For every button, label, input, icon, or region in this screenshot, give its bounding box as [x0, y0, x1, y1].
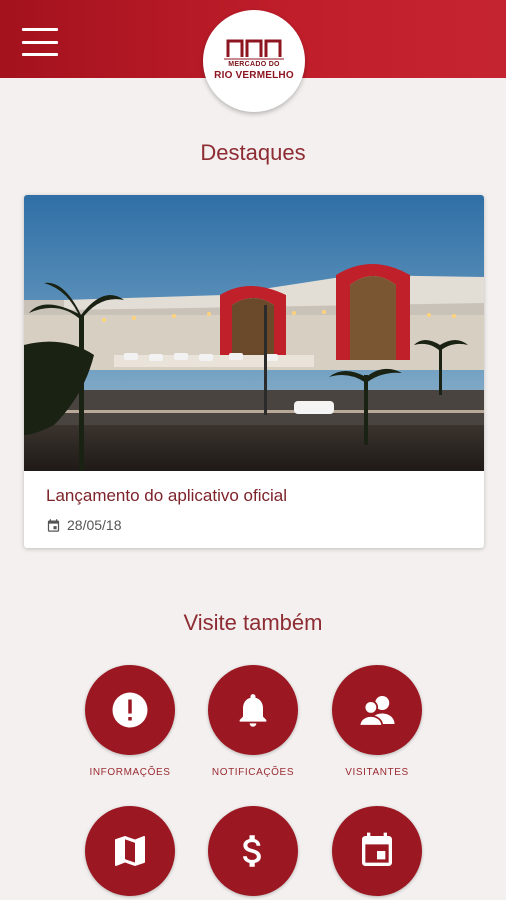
calendar-small-icon: [47, 518, 60, 532]
logo-text-bottom: RIO VERMELHO: [214, 70, 294, 81]
logo-mark: MERCADO DO RIO VERMELHO: [214, 33, 294, 89]
menu-button[interactable]: [22, 28, 62, 56]
logo-text-top: MERCADO DO: [228, 61, 280, 68]
bell-icon: [239, 694, 267, 727]
highlight-card[interactable]: Lançamento do aplicativo oficial 28/05/1…: [24, 195, 484, 548]
calendar-icon: [362, 832, 392, 866]
shortcut-label: VISITANTES: [345, 767, 409, 778]
arches-icon: [224, 39, 284, 60]
shortcut-agenda[interactable]: [315, 806, 439, 900]
shortcut-label: INFORMAÇÕES: [89, 767, 171, 778]
card-title: Lançamento do aplicativo oficial: [46, 486, 287, 505]
shortcut-label: NOTIFICAÇÕES: [211, 767, 295, 778]
dollar-icon: [243, 835, 261, 867]
hamburger-icon: [22, 28, 58, 31]
shortcut-precos[interactable]: [191, 806, 315, 900]
card-date-text: 28/05/18: [67, 517, 122, 533]
info-icon: [112, 692, 148, 728]
visit-title: Visite também: [183, 610, 323, 635]
map-icon: [115, 836, 145, 866]
logo[interactable]: MERCADO DO RIO VERMELHO: [203, 10, 305, 112]
visitors-icon: [358, 696, 395, 727]
shortcut-notificacoes[interactable]: NOTIFICAÇÕES: [191, 665, 315, 778]
highlights-title: Destaques: [200, 140, 306, 165]
card-image: [24, 195, 484, 471]
shortcut-mapa[interactable]: [68, 806, 192, 900]
card-date: 28/05/18: [46, 517, 122, 533]
shortcut-informacoes[interactable]: INFORMAÇÕES: [68, 665, 192, 778]
shortcut-visitantes[interactable]: VISITANTES: [315, 665, 439, 778]
